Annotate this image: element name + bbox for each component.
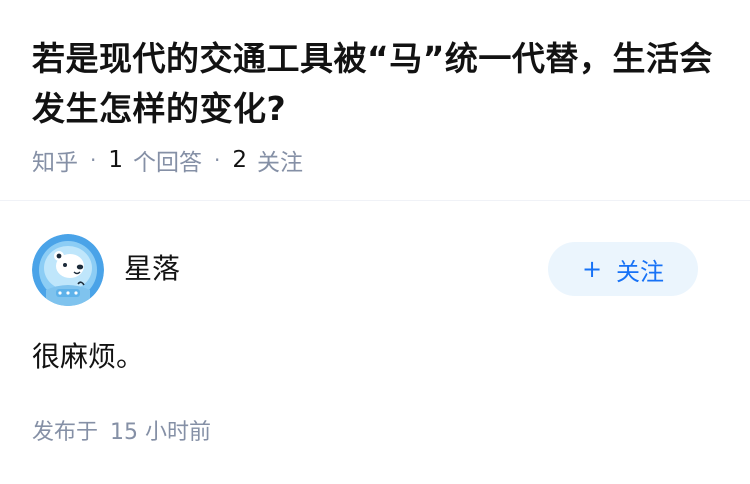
source-label: 知乎	[32, 150, 78, 176]
answer-published-time: 发布于 15 小时前	[32, 415, 211, 451]
answer-content[interactable]: 很麻烦。	[32, 337, 144, 377]
answer-card: 星落 + 关注 很麻烦。 发布于 15 小时前	[0, 201, 750, 484]
followers-count: 2	[232, 147, 247, 173]
question-header: 若是现代的交通工具被“马”统一代替，生活会发生怎样的变化? 知乎 · 1 个回答…	[0, 0, 750, 201]
question-title[interactable]: 若是现代的交通工具被“马”统一代替，生活会发生怎样的变化?	[32, 34, 722, 134]
question-meta: 知乎 · 1 个回答 · 2 关注	[32, 143, 303, 177]
meta-separator: ·	[90, 148, 97, 172]
answers-count: 1	[108, 147, 123, 173]
avatar[interactable]	[32, 234, 104, 306]
plus-icon: +	[581, 255, 603, 283]
bear-astronaut-avatar-icon	[32, 234, 104, 306]
follow-button[interactable]: + 关注	[548, 242, 698, 296]
author-row: 星落 + 关注	[32, 234, 698, 306]
followers-label: 关注	[257, 150, 303, 176]
published-time: 15 小时前	[110, 420, 212, 445]
follow-button-label: 关注	[616, 257, 665, 286]
answers-label: 个回答	[133, 150, 202, 176]
author-name[interactable]: 星落	[124, 251, 180, 287]
published-prefix: 发布于	[32, 420, 99, 445]
meta-separator: ·	[214, 148, 221, 172]
